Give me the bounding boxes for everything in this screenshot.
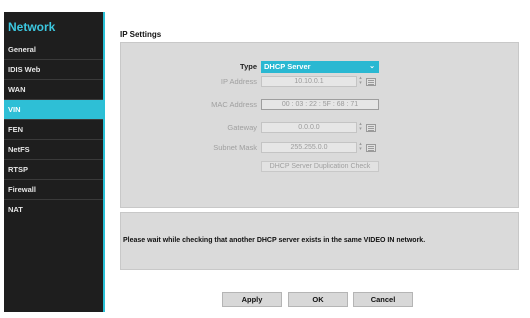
sidebar-item-nat[interactable]: NAT [4,200,103,220]
sidebar-item-label: FEN [8,125,23,134]
mac-address-label: MAC Address [211,100,257,109]
type-select[interactable]: DHCP Server ⌄ [261,61,379,73]
mac-address-field: 00 : 03 : 22 : 5F : 68 : 71 [261,99,379,110]
up-down-spinner-icon[interactable]: ▴ ▾ [358,76,363,87]
status-message: Please wait while checking that another … [123,237,426,244]
sidebar-item-label: Firewall [8,185,36,194]
sidebar-item-fen[interactable]: FEN [4,120,103,140]
sidebar-item-firewall[interactable]: Firewall [4,180,103,200]
sidebar-item-netfs[interactable]: NetFS [4,140,103,160]
apply-button[interactable]: Apply [222,292,282,307]
sidebar-item-label: VIN [8,105,21,114]
gateway-label: Gateway [227,123,257,132]
sidebar-item-general[interactable]: General [4,40,103,60]
section-title: IP Settings [120,30,162,39]
sidebar-item-vin[interactable]: VIN [4,100,103,120]
sidebar-item-idis-web[interactable]: IDIS Web [4,60,103,80]
sidebar-title: Network [8,20,56,34]
duplication-check-button[interactable]: DHCP Server Duplication Check [261,161,379,172]
keyboard-icon[interactable] [366,78,376,86]
sidebar-item-label: NAT [8,205,23,214]
sidebar-item-label: IDIS Web [8,65,41,74]
message-panel: Please wait while checking that another … [120,212,519,270]
sidebar-item-label: General [8,45,36,54]
ok-button[interactable]: OK [288,292,348,307]
sidebar-item-label: WAN [8,85,26,94]
sidebar-item-label: NetFS [8,145,30,154]
sidebar-item-label: RTSP [8,165,29,174]
keyboard-icon[interactable] [366,124,376,132]
cancel-button[interactable]: Cancel [353,292,413,307]
sidebar-item-wan[interactable]: WAN [4,80,103,100]
dialog-frame: Network General IDIS Web WAN VIN FEN Net… [0,0,530,318]
up-down-spinner-icon[interactable]: ▴ ▾ [358,142,363,153]
subnet-mask-label: Subnet Mask [213,143,257,152]
type-label: Type [240,62,257,71]
up-down-spinner-icon[interactable]: ▴ ▾ [358,122,363,133]
keyboard-icon[interactable] [366,144,376,152]
ip-settings-panel: Type DHCP Server ⌄ IP Address 10.10.0.1 … [120,42,519,208]
subnet-mask-field[interactable]: 255.255.0.0 [261,142,357,153]
ip-address-field[interactable]: 10.10.0.1 [261,76,357,87]
main-content: IP Settings Type DHCP Server ⌄ IP Addres… [106,12,526,312]
type-select-value: DHCP Server [264,62,311,71]
sidebar: Network General IDIS Web WAN VIN FEN Net… [4,12,105,312]
sidebar-item-rtsp[interactable]: RTSP [4,160,103,180]
gateway-field[interactable]: 0.0.0.0 [261,122,357,133]
ip-address-label: IP Address [220,77,257,86]
chevron-down-icon: ⌄ [369,63,375,70]
